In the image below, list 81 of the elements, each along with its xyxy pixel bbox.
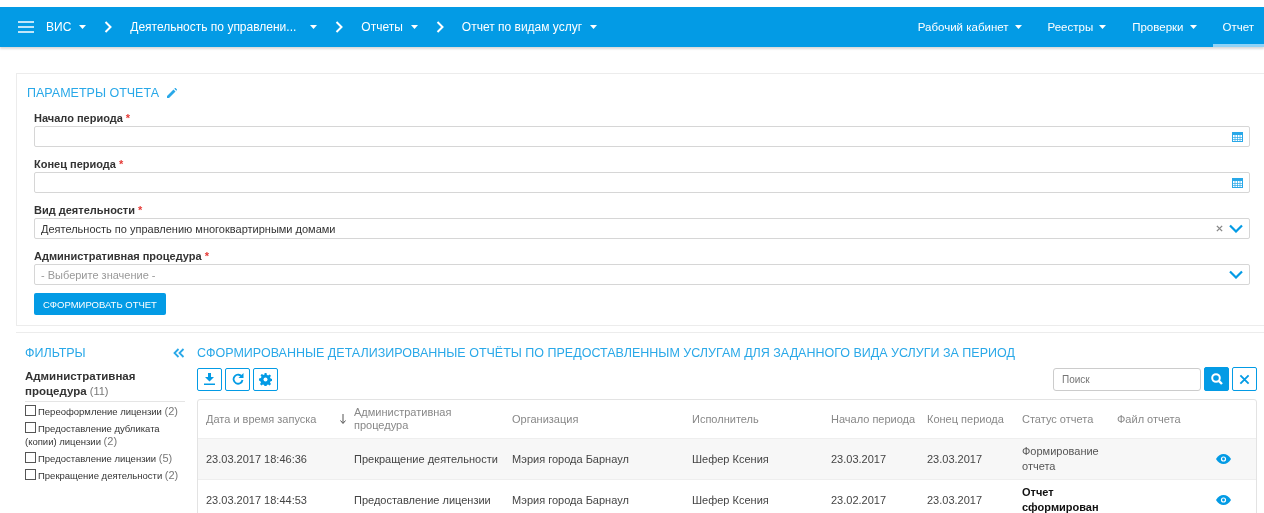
table-cell-text: 23.03.2017 bbox=[927, 492, 984, 508]
chevron-right-icon bbox=[104, 21, 113, 33]
column-header[interactable]: Административная процедура bbox=[354, 406, 512, 432]
menu-tab[interactable]: Реестры bbox=[1037, 7, 1117, 47]
download-button[interactable] bbox=[197, 367, 222, 391]
date-field[interactable] bbox=[34, 172, 1250, 193]
pencil-icon[interactable] bbox=[167, 88, 177, 98]
generate-report-button[interactable]: СФОРМИРОВАТЬ ОТЧЕТ bbox=[34, 293, 166, 315]
column-header[interactable]: Исполнитель bbox=[692, 412, 831, 426]
search-icon bbox=[1210, 373, 1223, 385]
menu-icon[interactable] bbox=[18, 21, 34, 33]
breadcrumb-link[interactable]: Деятельность по управлени... bbox=[130, 20, 318, 34]
breadcrumb-link[interactable]: ВИС bbox=[46, 20, 87, 34]
table-cell-text: Предоставление лицензии bbox=[354, 492, 492, 508]
refresh-button[interactable] bbox=[225, 367, 250, 391]
filter-option[interactable]: Предоставление лицензии (5) bbox=[25, 452, 185, 465]
table-cell-text: Шефер Ксения bbox=[692, 451, 770, 467]
close-icon[interactable] bbox=[1239, 373, 1250, 385]
double-chevron-left-icon[interactable] bbox=[173, 348, 185, 358]
filter-option[interactable]: Прекращение деятельности (2) bbox=[25, 469, 185, 482]
table-cell-text: 23.03.2017 bbox=[831, 451, 888, 467]
table-cell-text: 23.03.2017 18:46:36 bbox=[206, 451, 308, 467]
search-field[interactable]: Поиск bbox=[1053, 367, 1201, 391]
field-label: Вид деятельности * bbox=[34, 204, 144, 216]
column-header[interactable]: Конец периода bbox=[927, 412, 1022, 426]
status-cell-text: Отчет сформирован bbox=[1022, 485, 1100, 513]
filter-option[interactable]: Предоставление дубликата (копии) лицензии (2) bbox=[25, 422, 185, 448]
caret-icon bbox=[79, 25, 87, 29]
filters-title: ФИЛЬТРЫ bbox=[25, 346, 86, 360]
table-cell-text: Прекращение деятельности bbox=[354, 451, 499, 467]
search-button[interactable] bbox=[1204, 367, 1229, 391]
field-label: Начало периода * bbox=[34, 112, 132, 124]
filter-option[interactable]: Переоформление лицензии (2) bbox=[25, 405, 185, 418]
table-cell-text: 23.03.2017 bbox=[927, 451, 984, 467]
table-cell-text: Шефер Ксения bbox=[692, 492, 770, 508]
select-field[interactable]: Деятельность по управлению многоквартирными домами bbox=[34, 218, 1250, 239]
filter-group-title: Административная процедура (11) bbox=[25, 369, 185, 402]
table-title: СФОРМИРОВАННЫЕ ДЕТАЛИЗИРОВАННЫЕ ОТЧЁТЫ ПО ПРЕДОСТАВЛЕННЫМ УСЛУГАМ ДЛЯ ЗАДАННОГО ВИДА УСЛУГИ ЗА ПЕРИОД bbox=[197, 346, 1016, 360]
download-icon bbox=[204, 373, 215, 385]
column-header[interactable]: Файл отчета bbox=[1117, 412, 1191, 426]
eye-icon[interactable] bbox=[1216, 454, 1231, 464]
date-field[interactable] bbox=[34, 126, 1250, 147]
status-cell-text: Формирование отчета bbox=[1022, 444, 1100, 474]
refresh-icon bbox=[231, 373, 244, 385]
caret-icon bbox=[410, 25, 418, 29]
column-header[interactable]: Начало периода bbox=[831, 412, 927, 426]
calendar-icon[interactable] bbox=[1232, 177, 1243, 188]
column-header[interactable]: Дата и время запуска bbox=[206, 412, 354, 426]
caret-icon bbox=[590, 25, 598, 29]
menu-tab[interactable]: Отчет bbox=[1212, 7, 1264, 47]
field-label: Административная процедура * bbox=[34, 250, 210, 262]
field-label: Конец периода * bbox=[34, 158, 125, 170]
caret-icon bbox=[1014, 25, 1022, 29]
eye-icon[interactable] bbox=[1216, 495, 1231, 505]
column-header[interactable]: Организация bbox=[512, 412, 692, 426]
table-cell-text: 23.02.2017 bbox=[831, 492, 888, 508]
caret-icon bbox=[1189, 25, 1197, 29]
table-cell-text: Мэрия города Барнаул bbox=[512, 451, 630, 467]
calendar-icon[interactable] bbox=[1232, 131, 1243, 142]
column-header[interactable]: Статус отчета bbox=[1022, 412, 1117, 426]
sort-down-arrow-icon[interactable] bbox=[340, 414, 346, 424]
close-icon[interactable] bbox=[1216, 225, 1223, 232]
chevron-right-icon bbox=[335, 21, 344, 33]
caret-icon bbox=[1099, 25, 1107, 29]
settings-button[interactable] bbox=[253, 367, 278, 391]
chevron-right-icon bbox=[435, 21, 444, 33]
chevron-down-icon[interactable] bbox=[1229, 270, 1243, 279]
settings-icon bbox=[259, 372, 272, 386]
table-cell-text: 23.03.2017 18:44:53 bbox=[206, 492, 308, 508]
menu-tab[interactable]: Рабочий кабинет bbox=[907, 7, 1032, 47]
table-row[interactable]: 23.03.2017 18:44:53 Предоставление лицензии Мэрия города Барнаул Шефер Ксения 23.02.2017 23.03.2017 Отчет сформирован bbox=[198, 479, 1256, 513]
table-cell-text: Мэрия города Барнаул bbox=[512, 492, 630, 508]
breadcrumb-link[interactable]: Отчеты bbox=[361, 20, 418, 34]
caret-icon bbox=[310, 25, 318, 29]
breadcrumb-link[interactable]: Отчет по видам услуг bbox=[461, 20, 598, 34]
table-row[interactable]: 23.03.2017 18:46:36 Прекращение деятельности Мэрия города Барнаул Шефер Ксения 23.03.2017 23.03.2017 Формирование отчета bbox=[198, 438, 1256, 479]
chevron-down-icon[interactable] bbox=[1229, 224, 1243, 233]
panel-title: ПАРАМЕТРЫ ОТЧЕТА bbox=[27, 86, 159, 100]
select-field[interactable]: - Выберите значение - bbox=[34, 264, 1250, 285]
menu-tab[interactable]: Проверки bbox=[1122, 7, 1207, 47]
clear-search-button[interactable] bbox=[1232, 367, 1257, 391]
